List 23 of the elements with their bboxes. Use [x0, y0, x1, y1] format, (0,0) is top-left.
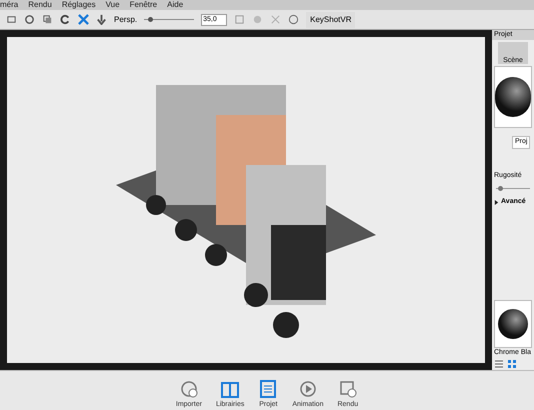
import-icon [178, 379, 199, 399]
rotate-icon[interactable] [60, 14, 71, 25]
document-icon [258, 379, 278, 399]
list-view-icon[interactable] [494, 359, 504, 369]
down-arrow-icon[interactable] [96, 14, 107, 25]
menu-item[interactable]: Réglages [62, 1, 96, 9]
keyshotvr-button[interactable]: KeyShotVR [306, 12, 356, 28]
play-icon [298, 379, 318, 399]
disclosure-triangle-icon[interactable] [494, 200, 499, 205]
book-icon [220, 379, 240, 399]
fit-view-icon[interactable] [78, 14, 89, 25]
menu-item[interactable]: Rendu [28, 1, 52, 9]
material-preview [494, 66, 532, 128]
menu-item[interactable]: Aide [167, 1, 184, 9]
material-thumbnail[interactable] [494, 300, 532, 348]
menu-item[interactable]: Fenêtre [130, 1, 158, 9]
fov-slider[interactable] [144, 16, 194, 22]
grid-view-icon[interactable] [507, 359, 517, 369]
menu-item[interactable]: méra [0, 1, 18, 9]
roughness-slider[interactable] [496, 185, 530, 191]
image-icon [338, 379, 358, 399]
camera-label: Persp. [114, 14, 138, 26]
menu-item[interactable]: Vue [106, 1, 120, 9]
